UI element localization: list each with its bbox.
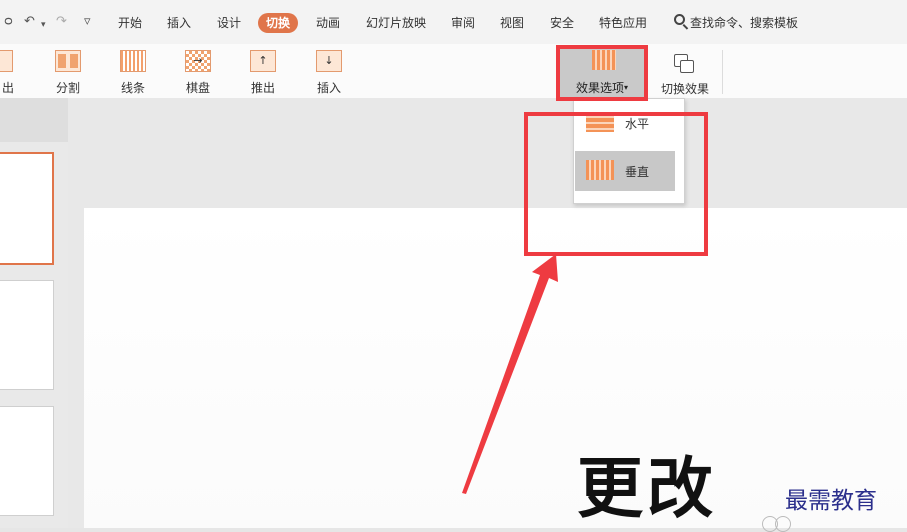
annotation-arrow bbox=[462, 254, 558, 494]
annotation-arrow-shape bbox=[462, 254, 558, 494]
